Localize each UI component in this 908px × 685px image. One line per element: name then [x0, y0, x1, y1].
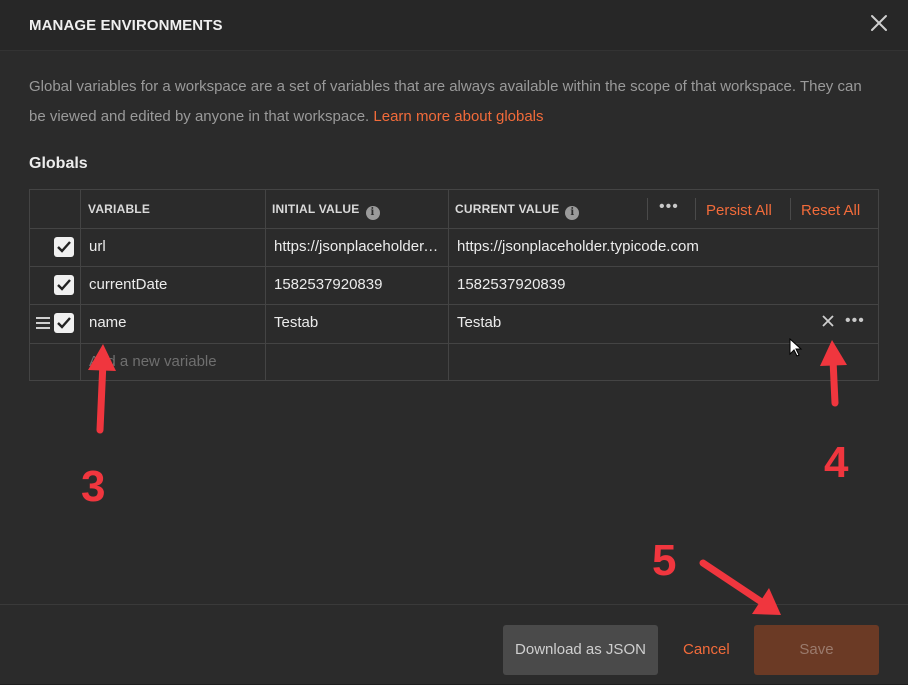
current-value: https://jsonplaceholder.typicode.com [457, 238, 699, 255]
more-icon[interactable]: ••• [659, 198, 679, 216]
table-row: currentDate 1582537920839 1582537920839 [30, 266, 878, 305]
modal-footer: Download as JSON Cancel Save [0, 604, 908, 685]
header-initial-wrap: INITIAL VALUE i [272, 202, 380, 220]
header-variable: VARIABLE [88, 202, 151, 216]
table-row: name Testab Testab ••• [30, 304, 878, 344]
checkbox-check-icon [57, 317, 71, 329]
variable-cell[interactable]: url [80, 228, 265, 266]
header-current-value: CURRENT VALUE [455, 202, 560, 216]
variable-name: name [89, 314, 127, 331]
initial-value-cell[interactable]: 1582537920839 [265, 266, 448, 304]
annotation-step-5: 5 [652, 536, 677, 585]
learn-more-link[interactable]: Learn more about globals [373, 108, 543, 125]
close-icon[interactable] [868, 12, 890, 34]
drag-handle-icon[interactable] [36, 317, 50, 332]
save-button[interactable]: Save [754, 625, 879, 675]
globals-description: Global variables for a workspace are a s… [29, 72, 879, 132]
more-icon[interactable]: ••• [845, 312, 865, 330]
divider [647, 198, 648, 220]
new-initial-value-cell[interactable] [265, 343, 448, 381]
download-json-button[interactable]: Download as JSON [503, 625, 658, 675]
header-variable-cell: VARIABLE [80, 190, 265, 228]
header-initial-cell: INITIAL VALUE i [265, 190, 448, 228]
row-enabled-checkbox[interactable] [54, 313, 74, 333]
current-value-cell[interactable]: https://jsonplaceholder.typicode.com [448, 228, 878, 266]
annotation-step-4: 4 [824, 438, 849, 487]
new-variable-placeholder: Add a new variable [89, 353, 217, 370]
initial-value: https://jsonplaceholder.typicode.com [274, 238, 439, 255]
new-current-value-cell[interactable] [448, 343, 878, 381]
modal-title: MANAGE ENVIRONMENTS [29, 17, 223, 34]
new-variable-cell[interactable]: Add a new variable [80, 343, 265, 381]
row-enabled-checkbox[interactable] [54, 275, 74, 295]
variable-name: currentDate [89, 276, 168, 293]
current-value: Testab [457, 314, 502, 331]
initial-value: Testab [274, 314, 319, 331]
new-variable-row: Add a new variable [30, 343, 878, 381]
delete-icon[interactable] [821, 314, 835, 333]
section-heading: Globals [29, 155, 88, 172]
header-current-wrap: CURRENT VALUE i [455, 202, 580, 220]
table-row: url https://jsonplaceholder.typicode.com… [30, 228, 878, 267]
manage-environments-modal: MANAGE ENVIRONMENTS Global variables for… [0, 0, 908, 684]
header-initial-value: INITIAL VALUE [272, 202, 360, 216]
reset-all-button[interactable]: Reset All [801, 202, 860, 219]
info-icon[interactable]: i [565, 206, 580, 220]
persist-all-button[interactable]: Persist All [706, 202, 772, 219]
table-header-row: VARIABLE INITIAL VALUE i CURRENT VALUE i •… [30, 190, 878, 229]
initial-value-cell[interactable]: Testab [265, 304, 448, 343]
divider [695, 198, 696, 220]
info-icon[interactable]: i [365, 206, 380, 220]
initial-value-cell[interactable]: https://jsonplaceholder.typicode.com [265, 228, 448, 266]
initial-value: 1582537920839 [274, 276, 383, 293]
modal-header: MANAGE ENVIRONMENTS [0, 0, 908, 51]
checkbox-check-icon [57, 241, 71, 253]
mouse-cursor-icon [789, 337, 803, 363]
divider [790, 198, 791, 220]
checkbox-check-icon [57, 279, 71, 291]
annotation-step-3: 3 [81, 462, 106, 511]
variable-cell[interactable]: currentDate [80, 266, 265, 304]
current-value-cell[interactable]: Testab [448, 304, 878, 343]
variable-name: url [89, 238, 106, 255]
header-actions: ••• Persist All Reset All [647, 190, 878, 228]
variable-cell[interactable]: name [80, 304, 265, 343]
variables-table: VARIABLE INITIAL VALUE i CURRENT VALUE i •… [29, 189, 879, 381]
current-value-cell[interactable]: 1582537920839 [448, 266, 878, 304]
cancel-button[interactable]: Cancel [683, 641, 730, 658]
current-value: 1582537920839 [457, 276, 566, 293]
row-enabled-checkbox[interactable] [54, 237, 74, 257]
